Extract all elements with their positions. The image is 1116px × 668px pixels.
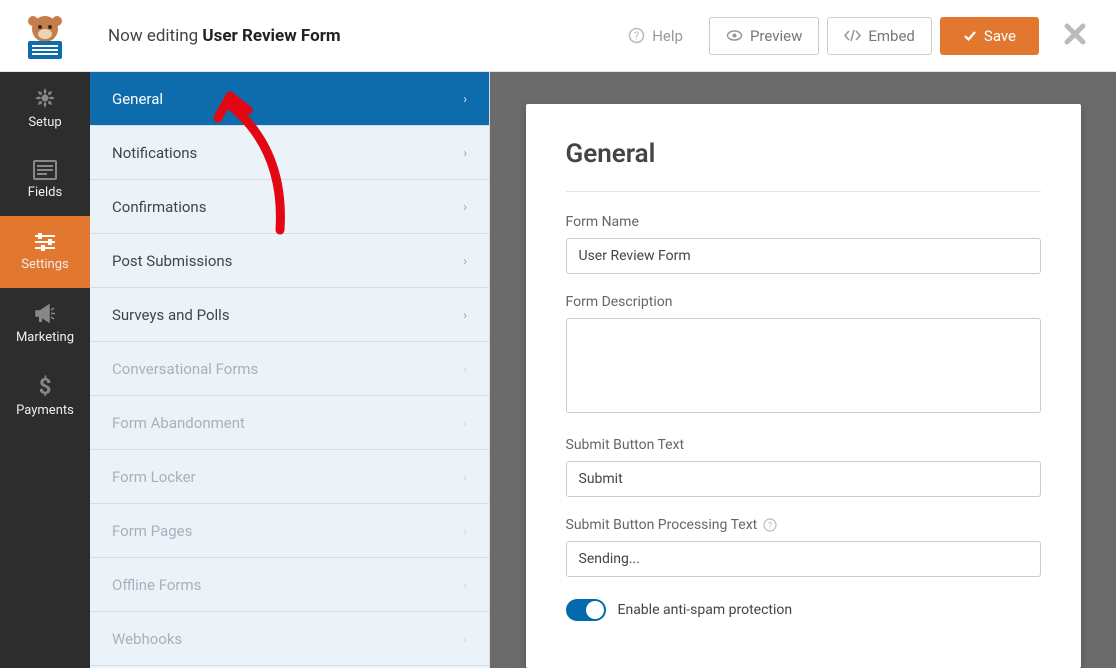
subpanel-item-label: Form Abandonment <box>112 414 245 432</box>
subpanel-item[interactable]: Confirmations › <box>90 180 489 234</box>
chevron-right-icon: › <box>463 200 467 214</box>
chevron-right-icon: › <box>463 254 467 268</box>
submit-processing-input[interactable] <box>566 541 1041 577</box>
subpanel-item-label: Conversational Forms <box>112 360 258 378</box>
settings-subpanel: General›Notifications›Confirmations›Post… <box>90 72 490 668</box>
subpanel-item-label: Confirmations <box>112 198 206 216</box>
subpanel-item-label: Surveys and Polls <box>112 306 230 324</box>
nav-settings[interactable]: Settings <box>0 216 90 288</box>
subpanel-item-label: General <box>112 90 163 108</box>
antispam-label: Enable anti-spam protection <box>618 602 793 618</box>
subpanel-item-label: Form Pages <box>112 522 192 540</box>
chevron-right-icon: › <box>463 632 467 646</box>
subpanel-item-label: Notifications <box>112 144 197 162</box>
editing-label: Now editing User Review Form <box>108 26 341 46</box>
svg-text:?: ? <box>634 30 639 43</box>
form-description-label: Form Description <box>566 294 1041 310</box>
nav-fields[interactable]: Fields <box>0 144 90 216</box>
code-icon <box>844 27 861 44</box>
subpanel-item[interactable]: Notifications › <box>90 126 489 180</box>
page-heading: General <box>566 139 1041 169</box>
help-icon[interactable]: ? <box>763 518 777 532</box>
nav-setup[interactable]: Setup <box>0 72 90 144</box>
svg-text:$: $ <box>39 375 52 398</box>
nav-marketing[interactable]: Marketing <box>0 288 90 360</box>
preview-button[interactable]: Preview <box>709 17 819 55</box>
subpanel-item[interactable]: Post Submissions › <box>90 234 489 288</box>
chevron-right-icon: › <box>463 308 467 322</box>
canvas: General Form Name Form Description Submi… <box>490 72 1116 668</box>
eye-icon <box>726 27 743 44</box>
subpanel-item-label: Post Submissions <box>112 252 232 270</box>
chevron-right-icon: › <box>463 470 467 484</box>
subpanel-item[interactable]: General › <box>90 72 489 126</box>
form-name-input[interactable] <box>566 238 1041 274</box>
chevron-right-icon: › <box>463 416 467 430</box>
chevron-right-icon: › <box>463 146 467 160</box>
subpanel-item[interactable]: Offline Forms › <box>90 558 489 612</box>
subpanel-item[interactable]: Surveys and Polls › <box>90 288 489 342</box>
chevron-right-icon: › <box>463 578 467 592</box>
subpanel-item[interactable]: Form Abandonment › <box>90 396 489 450</box>
gear-icon <box>33 86 57 110</box>
help-icon: ? <box>628 27 645 44</box>
help-link[interactable]: ? Help <box>628 27 683 45</box>
divider <box>566 191 1041 192</box>
sliders-icon <box>33 232 57 252</box>
submit-processing-label: Submit Button Processing Text ? <box>566 517 1041 533</box>
sidenav: Setup Fields Settings Marketing $ Paymen… <box>0 72 90 668</box>
close-button[interactable] <box>1064 23 1086 49</box>
dollar-icon: $ <box>37 374 53 398</box>
submit-text-label: Submit Button Text <box>566 437 1041 453</box>
antispam-toggle[interactable] <box>566 599 606 621</box>
form-description-input[interactable] <box>566 318 1041 413</box>
chevron-right-icon: › <box>463 362 467 376</box>
bullhorn-icon <box>33 303 57 325</box>
form-name-label: Form Name <box>566 214 1041 230</box>
nav-payments[interactable]: $ Payments <box>0 360 90 432</box>
close-icon <box>1064 23 1086 45</box>
subpanel-item-label: Form Locker <box>112 468 196 486</box>
topbar: Now editing User Review Form ? Help Prev… <box>0 0 1116 72</box>
logo <box>0 0 90 72</box>
submit-text-input[interactable] <box>566 461 1041 497</box>
embed-button[interactable]: Embed <box>827 17 932 55</box>
save-button[interactable]: Save <box>940 17 1039 55</box>
subpanel-item[interactable]: Webhooks › <box>90 612 489 666</box>
fields-icon <box>33 160 57 180</box>
subpanel-item[interactable]: Conversational Forms › <box>90 342 489 396</box>
check-icon <box>963 29 977 43</box>
subpanel-item-label: Webhooks <box>112 630 182 648</box>
chevron-right-icon: › <box>463 524 467 538</box>
subpanel-item[interactable]: Form Locker › <box>90 450 489 504</box>
chevron-right-icon: › <box>463 92 467 106</box>
subpanel-item[interactable]: Form Pages › <box>90 504 489 558</box>
subpanel-item-label: Offline Forms <box>112 576 201 594</box>
settings-page: General Form Name Form Description Submi… <box>526 104 1081 668</box>
svg-text:?: ? <box>768 522 772 532</box>
